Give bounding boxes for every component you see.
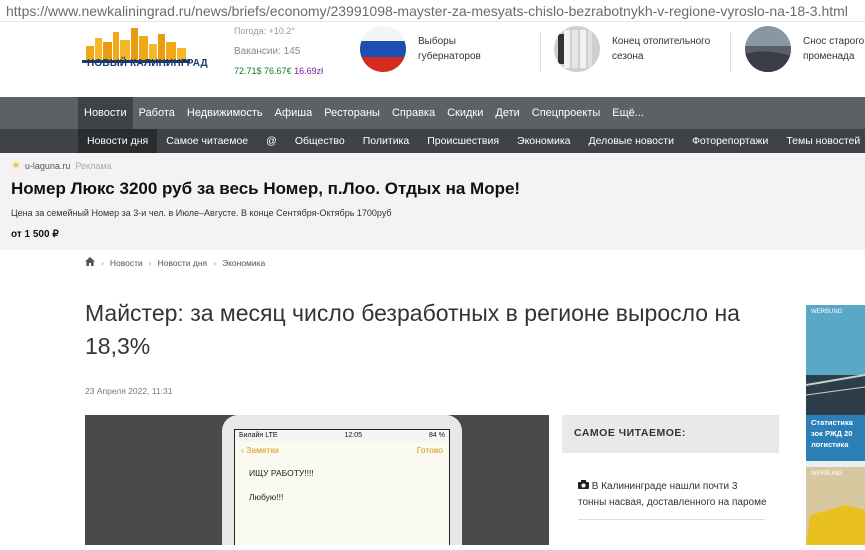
breadcrumb-separator: › [213, 257, 216, 268]
most-read-item[interactable]: В Калининграде нашли почти 3 тонны насва… [562, 453, 779, 511]
notes-back: ‹ Заметки [241, 445, 279, 455]
carrier-text: Билайн LTE [239, 432, 278, 439]
side-ad-brand: WERBUNG [811, 309, 843, 315]
promo-line2: губернаторов [418, 51, 481, 62]
battery-text: 84 % [429, 432, 445, 439]
nav-item-jobs[interactable]: Работа [133, 97, 181, 129]
breadcrumb: › Новости › Новости дня › Экономика [85, 257, 271, 268]
article-photo[interactable]: Билайн LTE 12:05 84 % ‹ Заметки Готово И… [85, 415, 549, 545]
promo-elections[interactable]: Выборы губернаторов [360, 26, 481, 76]
sun-icon: ☀ [11, 160, 21, 172]
russian-flag-thumbnail [360, 26, 406, 72]
subnav-item-topics[interactable]: Темы новостей [777, 129, 865, 153]
notes-done: Готово [416, 445, 443, 455]
phone-image: Билайн LTE 12:05 84 % ‹ Заметки Готово И… [222, 415, 462, 545]
ad-domain[interactable]: u-laguna.ru [25, 161, 71, 171]
note-line: Любую!!! [249, 492, 284, 502]
nav-item-special[interactable]: Спецпроекты [526, 97, 607, 129]
nav-item-reference[interactable]: Справка [386, 97, 441, 129]
promo-line1: Выборы [418, 36, 456, 47]
subnav-item-at[interactable]: @ [257, 129, 286, 153]
breadcrumb-separator: › [148, 257, 152, 268]
breadcrumb-item[interactable]: Новости дня [158, 258, 208, 268]
ad-source: ☀ u-laguna.ru Реклама [11, 159, 112, 172]
home-icon[interactable] [85, 257, 95, 268]
breadcrumb-item[interactable]: Экономика [222, 258, 265, 268]
ad-tag: Реклама [75, 160, 112, 171]
promo-line2: променада [803, 51, 855, 62]
rate-pln: 16.69zł [294, 66, 324, 76]
subnav-item-politics[interactable]: Политика [354, 129, 419, 153]
ad-banner[interactable]: ☀ u-laguna.ru Реклама Номер Люкс 3200 ру… [0, 153, 865, 250]
divider [540, 32, 541, 72]
sub-nav: Новости дня Самое читаемое @ Общество По… [0, 129, 865, 153]
phone-screen: Билайн LTE 12:05 84 % ‹ Заметки Готово И… [234, 429, 450, 545]
nav-item-restaurants[interactable]: Рестораны [318, 97, 386, 129]
currency-rates[interactable]: 72.71$ 76.67€ 16.69zł [234, 66, 323, 76]
most-read-item-text: В Калининграде нашли почти 3 тонны насва… [578, 481, 767, 508]
side-ad[interactable]: WERBUNG Статистика зок РЖД 20 логистика … [805, 305, 865, 545]
subnav-item-daily[interactable]: Новости дня [78, 129, 158, 153]
nav-item-discounts[interactable]: Скидки [441, 97, 489, 129]
nav-item-realty[interactable]: Недвижимость [181, 97, 269, 129]
breadcrumb-item[interactable]: Новости [110, 258, 143, 268]
notes-toolbar: ‹ Заметки Готово [235, 442, 449, 458]
nav-item-events[interactable]: Афиша [269, 97, 319, 129]
divider [730, 32, 731, 72]
nav-item-news[interactable]: Новости [78, 97, 133, 129]
promo-promenade[interactable]: Снос старого променада [745, 26, 864, 76]
article-date: 23 Апреля 2022, 11:31 [85, 386, 173, 396]
subnav-item-society[interactable]: Общество [286, 129, 354, 153]
promo-heating[interactable]: Конец отопительного сезона [554, 26, 710, 76]
most-read-panel: САМОЕ ЧИТАЕМОЕ: В Калининграде нашли поч… [562, 415, 779, 545]
promo-line2: сезона [612, 51, 644, 62]
logo-text: НОВЫЙ КАЛИНИНГРАД [87, 58, 208, 69]
vacancies-link[interactable]: Вакансии: 145 [234, 46, 300, 57]
nav-item-kids[interactable]: Дети [489, 97, 525, 129]
subnav-item-most-read[interactable]: Самое читаемое [157, 129, 257, 153]
ad-price: от 1 500 ₽ [11, 229, 59, 240]
ad-description: Цена за семейный Номер за 3-и чел. в Июл… [11, 208, 392, 218]
most-read-heading: САМОЕ ЧИТАЕМОЕ: [562, 415, 779, 453]
breadcrumb-separator: › [101, 257, 104, 268]
article-title: Майстер: за месяц число безработных в ре… [85, 300, 740, 359]
promenade-thumbnail [745, 26, 791, 72]
camera-icon [578, 480, 592, 492]
subnav-item-economy[interactable]: Экономика [508, 129, 579, 153]
site-header: НОВЫЙ КАЛИНИНГРАД Погода: +10.2° Ваканси… [0, 22, 865, 97]
phone-status-bar: Билайн LTE 12:05 84 % [235, 430, 449, 442]
side-ad-brand-2: WERBUNG [811, 471, 843, 477]
ad-title[interactable]: Номер Люкс 3200 руб за весь Номер, п.Лоо… [11, 179, 520, 199]
promo-line1: Конец отопительного [612, 36, 711, 47]
nav-item-more[interactable]: Ещё... [606, 97, 650, 129]
promo-line1: Снос старого [803, 36, 865, 47]
main-nav: Новости Работа Недвижимость Афиша Рестор… [0, 97, 865, 129]
back-label: Заметки [246, 445, 279, 455]
subnav-item-incidents[interactable]: Происшествия [418, 129, 508, 153]
side-ad-caption: Статистика зок РЖД 20 логистика [811, 418, 853, 449]
address-bar[interactable]: https://www.newkaliningrad.ru/news/brief… [0, 0, 865, 22]
subnav-item-photo[interactable]: Фоторепортажи [683, 129, 777, 153]
note-line: ИЩУ РАБОТУ!!!! [249, 468, 314, 478]
site-logo[interactable] [80, 28, 198, 78]
subnav-item-business[interactable]: Деловые новости [580, 129, 683, 153]
radiator-thumbnail [554, 26, 600, 72]
weather-text[interactable]: Погода: +10.2° [234, 26, 295, 36]
time-text: 12:05 [344, 432, 363, 439]
rate-usd: 72.71$ [234, 66, 262, 76]
rate-eur: 76.67€ [264, 66, 292, 76]
divider [578, 519, 765, 520]
